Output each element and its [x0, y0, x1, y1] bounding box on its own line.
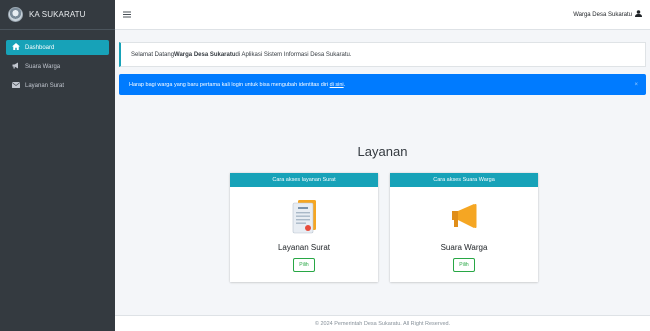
envelope-icon [11, 81, 21, 90]
document-icon [289, 199, 319, 237]
card-title: Layanan Surat [277, 243, 331, 252]
sidebar-nav: Dashboard Suara Warga Layanan Surat [0, 30, 115, 93]
footer-copyright: © 2024 Pemerintah Desa Sukaratu. All Rig… [314, 320, 451, 327]
sidebar-item-label: Suara Warga [25, 63, 61, 70]
sidebar-item-layanan-surat[interactable]: Layanan Surat [6, 78, 109, 93]
card-body: Suara Warga Pilih [390, 187, 538, 282]
info-end: . [343, 81, 346, 88]
welcome-callout: Selamat Datang Warga Desa Sukaratu di Ap… [119, 42, 646, 67]
pilih-surat-button[interactable]: Pilih [293, 258, 315, 272]
brand-logo [8, 7, 23, 22]
megaphone-icon [12, 62, 20, 71]
pilih-suara-button[interactable]: Pilih [453, 258, 475, 272]
welcome-prefix: Selamat Datang [131, 51, 175, 58]
sidebar-item-label: Layanan Surat [25, 82, 65, 89]
card-header-link[interactable]: Cara akses layanan Surat [230, 173, 378, 187]
brand-name: KA SUKARATU [29, 10, 86, 19]
edit-identity-link[interactable]: di sini [330, 82, 344, 88]
section-title: Layanan [357, 144, 408, 159]
menu-toggle-icon[interactable] [123, 10, 131, 20]
brand-link[interactable]: KA SUKARATU [0, 0, 115, 30]
card-body: Layanan Surat Pilih [230, 187, 378, 282]
main-content: Selamat Datang Warga Desa Sukaratu di Ap… [115, 30, 650, 315]
info-message: Harap bagi warga yang baru pertama kali … [129, 82, 345, 88]
top-navbar: Warga Desa Sukaratu [115, 0, 650, 30]
sidebar-item-suara-warga[interactable]: Suara Warga [6, 59, 109, 74]
card-suara-warga: Cara akses Suara Warga Suara Warga Pilih [390, 173, 538, 282]
welcome-user: Warga Desa Sukaratu [174, 51, 236, 58]
home-icon [12, 43, 20, 52]
card-header-link[interactable]: Cara akses Suara Warga [390, 173, 538, 187]
info-text: Harap bagi warga yang baru pertama kali … [129, 81, 330, 88]
sidebar: KA SUKARATU Dashboard Suara Warga Layana… [0, 0, 115, 331]
close-icon[interactable]: × [634, 82, 638, 88]
megaphone-icon [449, 201, 479, 233]
footer: © 2024 Pemerintah Desa Sukaratu. All Rig… [115, 315, 650, 331]
sidebar-item-label: Dashboard [25, 44, 55, 51]
info-alert: Harap bagi warga yang baru pertama kali … [119, 74, 646, 95]
card-title: Suara Warga [440, 243, 488, 252]
user-menu[interactable]: Warga Desa Sukaratu [573, 10, 642, 19]
user-icon [635, 10, 642, 19]
welcome-suffix: di Aplikasi Sistem Informasi Desa Sukara… [235, 51, 352, 58]
user-name: Warga Desa Sukaratu [573, 11, 632, 18]
sidebar-item-dashboard[interactable]: Dashboard [6, 40, 109, 55]
card-layanan-surat: Cara akses layanan Surat Layanan Surat P… [230, 173, 378, 282]
